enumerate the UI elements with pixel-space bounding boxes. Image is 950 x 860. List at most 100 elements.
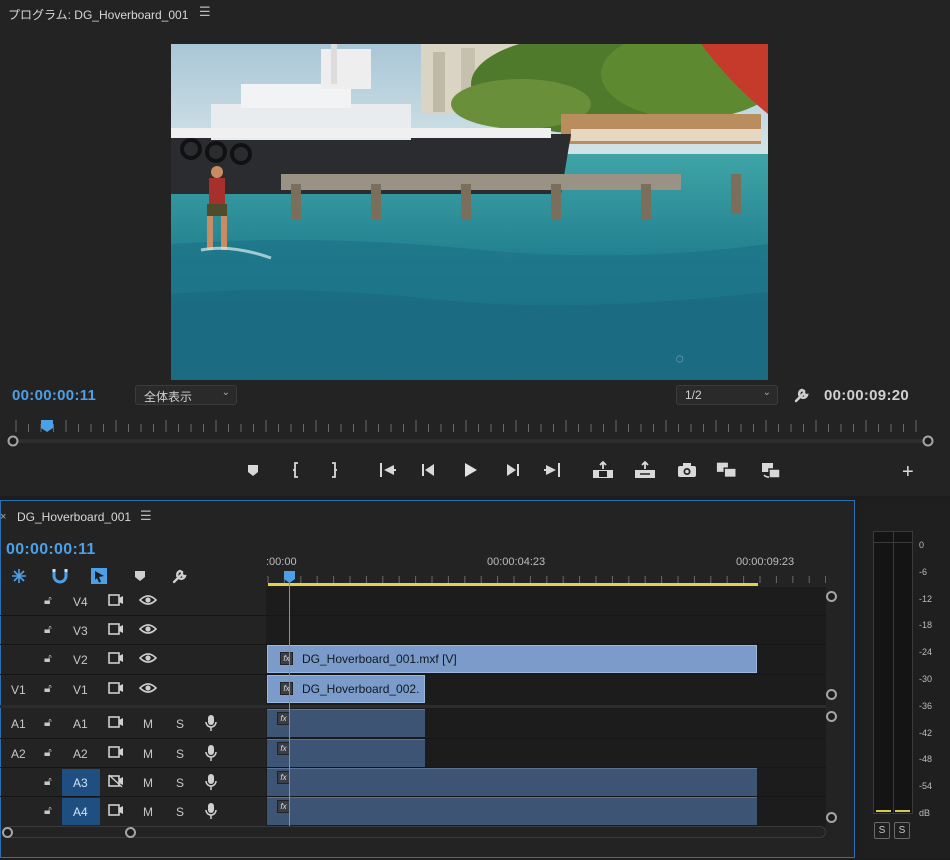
playback-resolution-select[interactable]: 1/2 ⌄ (676, 385, 778, 405)
sync-lock-icon[interactable] (108, 651, 124, 668)
video-scroll-knob[interactable] (826, 591, 837, 602)
lock-icon[interactable]: 🔓︎ (44, 774, 52, 789)
track-name[interactable]: A2 (73, 747, 88, 761)
timeline-timecode[interactable]: 00:00:00:11 (6, 541, 96, 559)
extract-icon[interactable] (634, 459, 656, 481)
timeline-playhead[interactable] (283, 570, 296, 584)
zoom-level-select[interactable]: 全体表示 ⌄ (135, 385, 237, 405)
settings-wrench-icon[interactable] (793, 386, 811, 407)
audio-meter (873, 531, 913, 814)
program-playhead[interactable] (40, 419, 54, 433)
mark-out-icon[interactable] (323, 459, 345, 481)
zoom-handle-left[interactable] (2, 827, 13, 838)
step-back-icon[interactable] (418, 459, 440, 481)
mute-button[interactable]: M (143, 776, 153, 790)
add-button-icon[interactable]: + (902, 461, 914, 484)
comparison-view-icon[interactable] (716, 459, 738, 481)
export-frame-icon[interactable] (676, 459, 698, 481)
program-zoom-scrollbar[interactable] (6, 434, 936, 448)
track-name[interactable]: V2 (73, 653, 88, 667)
track-name[interactable]: A1 (73, 717, 88, 731)
panel-menu-icon[interactable]: ☰ (199, 4, 211, 20)
add-marker-icon[interactable] (131, 567, 149, 585)
audio-scroll-knob[interactable] (826, 812, 837, 823)
go-to-in-icon[interactable] (377, 459, 399, 481)
track-name[interactable]: V3 (73, 624, 88, 638)
track-header-v1: V1 🔓︎ V1 (0, 675, 266, 704)
audio-clip-a1[interactable]: fx (267, 709, 425, 737)
zoom-handle-right[interactable] (125, 827, 136, 838)
video-clip-v2[interactable]: fx DG_Hoverboard_001.mxf [V] (267, 645, 757, 673)
timeline-time-ruler[interactable] (266, 575, 826, 583)
settings-wrench-icon[interactable] (171, 567, 189, 585)
audio-scroll-knob[interactable] (826, 711, 837, 722)
source-patch[interactable]: A1 (11, 717, 26, 731)
source-patch[interactable]: V1 (11, 683, 26, 697)
timeline-sequence-title[interactable]: DG_Hoverboard_001 (17, 510, 131, 524)
source-patch[interactable]: A2 (11, 747, 26, 761)
sync-lock-icon[interactable] (108, 593, 124, 610)
play-icon[interactable] (459, 459, 481, 481)
microphone-icon[interactable] (205, 714, 217, 735)
clip-name: DG_Hoverboard_002. (302, 682, 420, 696)
lock-icon[interactable]: 🔓︎ (44, 715, 52, 730)
microphone-icon[interactable] (205, 802, 217, 823)
snap-icon[interactable] (51, 567, 69, 585)
lift-icon[interactable] (592, 459, 614, 481)
track-name[interactable]: V1 (73, 683, 88, 697)
program-time-ruler[interactable] (12, 418, 928, 434)
track-name[interactable]: A4 (73, 805, 88, 819)
panel-menu-icon[interactable]: ☰ (140, 508, 152, 524)
eye-icon[interactable] (138, 681, 158, 698)
solo-button[interactable]: S (176, 747, 184, 761)
mute-button[interactable]: M (143, 717, 153, 731)
program-monitor-title[interactable]: プログラム: DG_Hoverboard_001 (8, 6, 188, 23)
nest-sequence-icon[interactable] (10, 567, 28, 585)
lock-icon[interactable]: 🔓︎ (44, 681, 52, 696)
sync-lock-icon[interactable] (108, 715, 124, 732)
video-audio-divider[interactable] (0, 705, 826, 708)
step-forward-icon[interactable] (501, 459, 523, 481)
sync-lock-icon[interactable] (108, 681, 124, 698)
db-scale-label: -42 (919, 727, 933, 738)
track-name[interactable]: A3 (73, 776, 88, 790)
microphone-icon[interactable] (205, 773, 217, 794)
proxy-toggle-icon[interactable] (760, 459, 782, 481)
lock-icon[interactable]: 🔓︎ (44, 803, 52, 818)
current-timecode[interactable]: 00:00:00:11 (12, 387, 96, 404)
sync-lock-icon[interactable] (108, 803, 124, 820)
linked-selection-icon[interactable] (90, 567, 108, 585)
sync-lock-off-icon[interactable] (108, 774, 124, 791)
eye-icon[interactable] (138, 593, 158, 610)
solo-right-button[interactable]: S (894, 822, 910, 839)
close-tab-icon[interactable]: × (0, 511, 6, 523)
lock-icon[interactable]: 🔓︎ (44, 622, 52, 637)
audio-clip-a4[interactable]: fx (267, 797, 757, 825)
mute-button[interactable]: M (143, 805, 153, 819)
solo-left-button[interactable]: S (874, 822, 890, 839)
eye-icon[interactable] (138, 651, 158, 668)
solo-button[interactable]: S (176, 776, 184, 790)
video-scroll-knob[interactable] (826, 689, 837, 700)
video-clip-v1[interactable]: fx DG_Hoverboard_002. (267, 675, 425, 703)
video-preview[interactable]: ⬡ (171, 44, 768, 380)
sync-lock-icon[interactable] (108, 745, 124, 762)
mark-in-icon[interactable] (285, 459, 307, 481)
solo-button[interactable]: S (176, 717, 184, 731)
video-frame-image: ⬡ (171, 44, 768, 380)
track-name[interactable]: V4 (73, 595, 88, 609)
playhead-line[interactable] (289, 577, 290, 827)
lock-icon[interactable]: 🔓︎ (44, 651, 52, 666)
microphone-icon[interactable] (205, 744, 217, 765)
audio-clip-a2[interactable]: fx (267, 739, 425, 767)
work-area-bar[interactable] (268, 583, 758, 586)
lock-icon[interactable]: 🔓︎ (44, 593, 52, 608)
go-to-out-icon[interactable] (541, 459, 563, 481)
audio-clip-a3[interactable]: fx (267, 768, 757, 796)
lock-icon[interactable]: 🔓︎ (44, 745, 52, 760)
solo-button[interactable]: S (176, 805, 184, 819)
eye-icon[interactable] (138, 622, 158, 639)
add-marker-icon[interactable] (242, 459, 264, 481)
mute-button[interactable]: M (143, 747, 153, 761)
sync-lock-icon[interactable] (108, 622, 124, 639)
